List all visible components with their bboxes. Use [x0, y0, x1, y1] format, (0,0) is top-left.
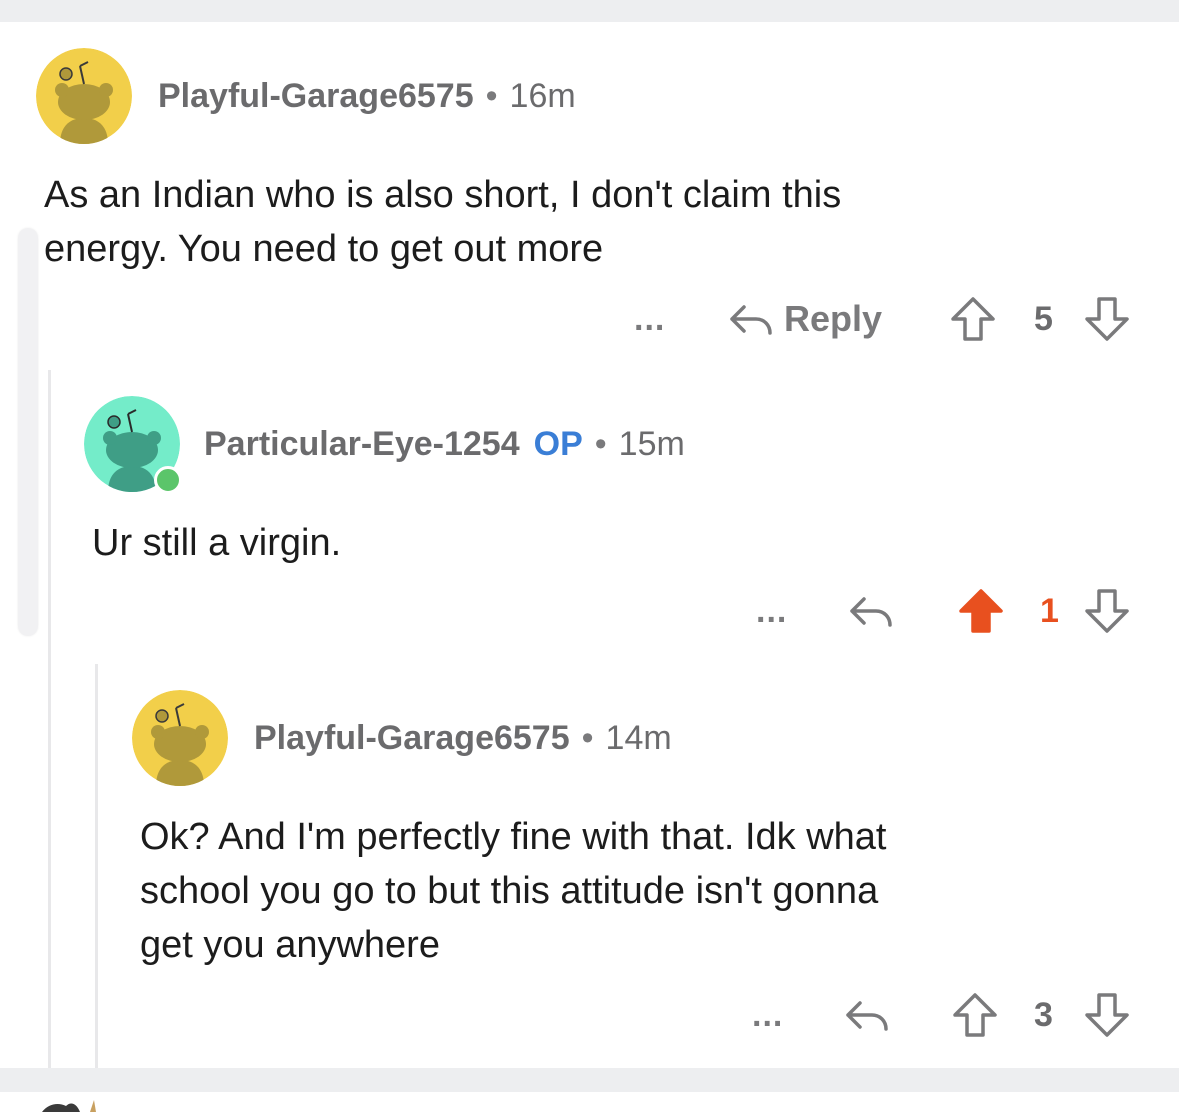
- comment-text-line: school you go to but this attitude isn't…: [140, 870, 879, 912]
- downvote-arrow-icon: [1085, 993, 1129, 1037]
- next-comment-avatar-icon: [40, 1096, 110, 1112]
- reply-arrow-icon: [846, 1001, 888, 1031]
- comment-body: Ok? And I'm perfectly fine with that. Id…: [140, 810, 887, 972]
- username[interactable]: Playful-Garage6575: [254, 719, 570, 757]
- user-avatar[interactable]: [132, 690, 228, 786]
- upvote-arrow-icon: [953, 993, 997, 1037]
- comment-text-line: Ok? And I'm perfectly fine with that. Id…: [140, 816, 887, 858]
- bottom-separator: [0, 1068, 1179, 1092]
- timestamp: 14m: [605, 719, 672, 757]
- upvote-button[interactable]: [950, 990, 1000, 1040]
- reply-button[interactable]: [842, 990, 890, 1040]
- comment-actions: ... 3: [0, 990, 1179, 1040]
- downvote-button[interactable]: [1082, 990, 1132, 1040]
- more-options-button[interactable]: ...: [752, 990, 783, 1040]
- meta-separator: •: [581, 719, 594, 757]
- vote-score: 3: [1034, 995, 1053, 1034]
- snoo-avatar-icon: [132, 690, 228, 786]
- comment-text-line: get you anywhere: [140, 924, 440, 966]
- comment: Playful-Garage6575 • 14m Ok? And I'm perfe…: [0, 0, 1179, 1060]
- comment-meta: Playful-Garage6575 • 14m: [254, 718, 672, 758]
